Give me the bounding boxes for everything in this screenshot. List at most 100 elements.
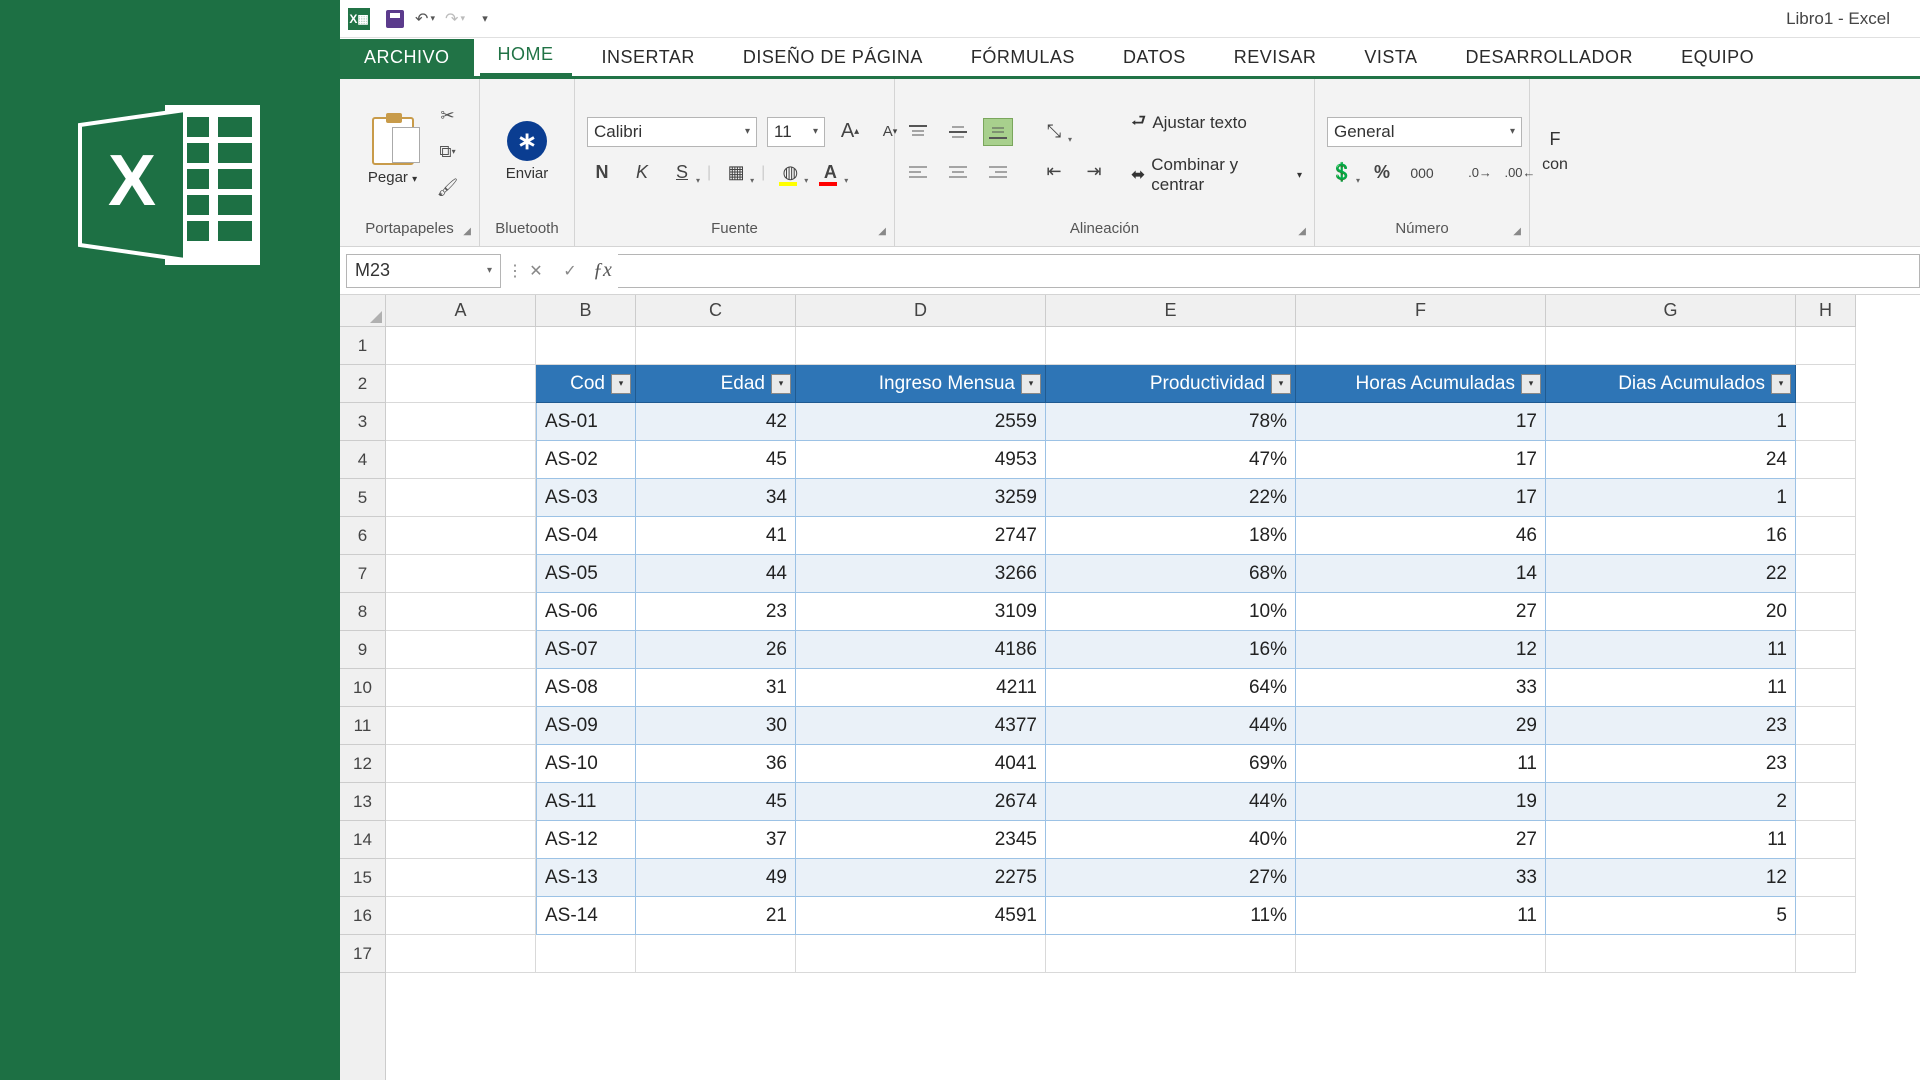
tab-fórmulas[interactable]: FÓRMULAS (947, 39, 1099, 76)
cell[interactable] (1796, 479, 1856, 517)
cell[interactable]: 11 (1546, 669, 1796, 707)
cell[interactable]: Dias Acumulados▾ (1546, 365, 1796, 403)
cell[interactable] (386, 631, 536, 669)
column-header[interactable]: B (536, 295, 636, 327)
align-top-button[interactable] (903, 118, 933, 146)
cell[interactable]: Productividad▾ (1046, 365, 1296, 403)
number-format-combo[interactable]: General▾ (1327, 117, 1522, 147)
cell[interactable] (1796, 783, 1856, 821)
tab-vista[interactable]: VISTA (1340, 39, 1441, 76)
cell[interactable]: 68% (1046, 555, 1296, 593)
cell[interactable] (796, 935, 1046, 973)
formula-bar-input[interactable] (618, 254, 1920, 288)
cell[interactable]: 16% (1046, 631, 1296, 669)
cell[interactable] (386, 365, 536, 403)
cell[interactable] (386, 935, 536, 973)
cell[interactable]: 27 (1296, 821, 1546, 859)
cell[interactable] (386, 327, 536, 365)
row-header[interactable]: 4 (340, 441, 385, 479)
cell[interactable]: 2559 (796, 403, 1046, 441)
cell[interactable]: AS-08 (536, 669, 636, 707)
cell[interactable] (1796, 669, 1856, 707)
cell[interactable]: 78% (1046, 403, 1296, 441)
cell[interactable] (1546, 327, 1796, 365)
cell[interactable] (1796, 593, 1856, 631)
cell[interactable] (1796, 631, 1856, 669)
cell[interactable]: 22 (1546, 555, 1796, 593)
cell[interactable]: Cod▾ (536, 365, 636, 403)
orientation-button[interactable]: ⤡▾ (1039, 118, 1069, 146)
cell[interactable]: AS-03 (536, 479, 636, 517)
cell[interactable]: 2 (1546, 783, 1796, 821)
cell[interactable]: 17 (1296, 403, 1546, 441)
cell[interactable]: Ingreso Mensua▾ (796, 365, 1046, 403)
cell[interactable] (1796, 821, 1856, 859)
cell[interactable] (796, 327, 1046, 365)
cell[interactable] (386, 821, 536, 859)
clipboard-launcher-icon[interactable]: ◢ (463, 226, 471, 237)
cell[interactable]: Edad▾ (636, 365, 796, 403)
row-header[interactable]: 11 (340, 707, 385, 745)
cell[interactable]: 26 (636, 631, 796, 669)
cell[interactable]: 22% (1046, 479, 1296, 517)
row-header[interactable]: 15 (340, 859, 385, 897)
column-header[interactable]: D (796, 295, 1046, 327)
alignment-launcher-icon[interactable]: ◢ (1298, 226, 1306, 237)
cell[interactable]: AS-02 (536, 441, 636, 479)
tab-insertar[interactable]: INSERTAR (578, 39, 719, 76)
cell[interactable]: 17 (1296, 441, 1546, 479)
wrap-text-button[interactable]: ⮐Ajustar texto (1127, 106, 1306, 139)
cell[interactable]: AS-11 (536, 783, 636, 821)
cell[interactable] (386, 593, 536, 631)
increase-indent-button[interactable]: ⇥ (1079, 158, 1109, 186)
cell[interactable] (1796, 859, 1856, 897)
cell[interactable]: 36 (636, 745, 796, 783)
format-painter-button[interactable]: 🖌 (434, 174, 462, 202)
cell[interactable]: 33 (1296, 859, 1546, 897)
align-bottom-button[interactable] (983, 118, 1013, 146)
cell[interactable]: 21 (636, 897, 796, 935)
undo-button[interactable]: ↶▾ (410, 4, 440, 34)
cell[interactable] (1546, 935, 1796, 973)
decrease-decimal-button[interactable]: .00← (1505, 159, 1535, 187)
filter-dropdown-icon[interactable]: ▾ (1271, 374, 1291, 394)
column-header[interactable]: G (1546, 295, 1796, 327)
tab-diseño-de-página[interactable]: DISEÑO DE PÁGINA (719, 39, 947, 76)
filter-dropdown-icon[interactable]: ▾ (611, 374, 631, 394)
cell[interactable]: 23 (1546, 745, 1796, 783)
cell[interactable]: 11 (1546, 821, 1796, 859)
cell[interactable] (386, 859, 536, 897)
save-button[interactable] (380, 4, 410, 34)
increase-font-button[interactable]: A▴ (835, 118, 865, 146)
cell[interactable] (1296, 327, 1546, 365)
cell[interactable]: Horas Acumuladas▾ (1296, 365, 1546, 403)
cell[interactable] (386, 517, 536, 555)
column-header[interactable]: F (1296, 295, 1546, 327)
customize-qat-button[interactable]: ▾ (470, 4, 500, 34)
cell[interactable]: 4041 (796, 745, 1046, 783)
cell[interactable] (1796, 897, 1856, 935)
cell[interactable]: 44% (1046, 783, 1296, 821)
font-name-combo[interactable]: Calibri▾ (587, 117, 757, 147)
cell[interactable] (386, 707, 536, 745)
cell[interactable]: 17 (1296, 479, 1546, 517)
spreadsheet-grid[interactable]: 1234567891011121314151617 ABCDEFGHCod▾Ed… (340, 295, 1920, 1080)
cell[interactable] (1796, 707, 1856, 745)
cell[interactable]: AS-13 (536, 859, 636, 897)
cell[interactable]: AS-10 (536, 745, 636, 783)
cell[interactable] (1046, 935, 1296, 973)
cell[interactable]: 4591 (796, 897, 1046, 935)
cell[interactable]: 12 (1296, 631, 1546, 669)
column-header[interactable]: A (386, 295, 536, 327)
tab-home[interactable]: HOME (474, 36, 578, 76)
cell[interactable]: 11% (1046, 897, 1296, 935)
cell[interactable]: AS-09 (536, 707, 636, 745)
align-middle-button[interactable] (943, 118, 973, 146)
cell[interactable]: 2674 (796, 783, 1046, 821)
cell[interactable]: AS-05 (536, 555, 636, 593)
filter-dropdown-icon[interactable]: ▾ (1521, 374, 1541, 394)
row-header[interactable]: 16 (340, 897, 385, 935)
cell[interactable] (1046, 327, 1296, 365)
enter-formula-button[interactable]: ✓ (553, 254, 587, 288)
number-launcher-icon[interactable]: ◢ (1513, 226, 1521, 237)
